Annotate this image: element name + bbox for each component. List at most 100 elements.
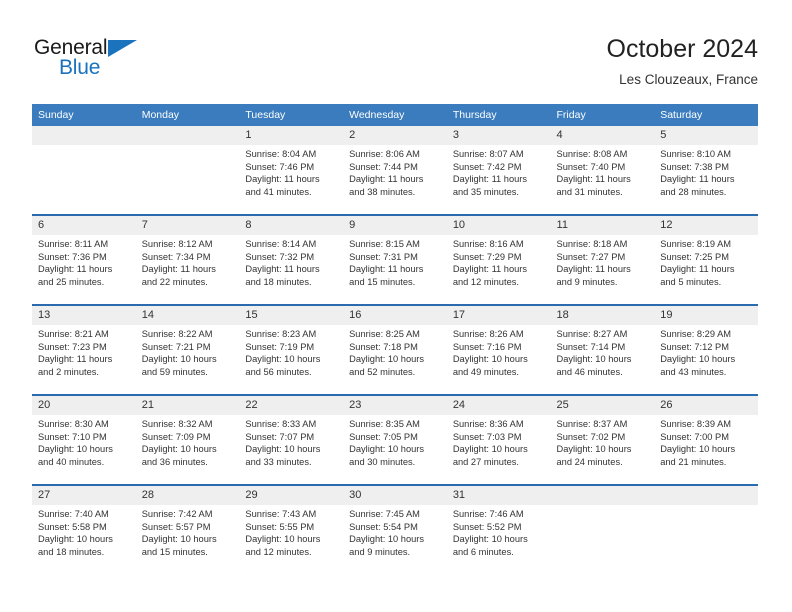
calendar-day-cell[interactable]: 20 Sunrise: 8:30 AM Sunset: 7:10 PM Dayligh… xyxy=(32,394,136,485)
day-sun-info-line: Sunrise: 7:45 AM xyxy=(349,509,420,519)
day-number: 15 xyxy=(239,306,344,325)
calendar-day-cell[interactable]: 13 Sunrise: 8:21 AM Sunset: 7:23 PM Dayligh… xyxy=(32,304,136,395)
calendar-day-cell[interactable]: 11 Sunrise: 8:18 AM Sunset: 7:27 PM Dayligh… xyxy=(550,214,655,305)
day-sun-info-line: Daylight: 10 hours xyxy=(556,354,632,365)
day-sun-info-line: Daylight: 10 hours xyxy=(452,444,528,455)
calendar-day-cell[interactable]: 10 Sunrise: 8:16 AM Sunset: 7:29 PM Dayligh… xyxy=(446,214,551,305)
calendar-day-cell[interactable]: 15 Sunrise: 8:23 AM Sunset: 7:19 PM Dayligh… xyxy=(239,304,344,395)
day-sun-info-line: and 56 minutes. xyxy=(245,366,312,377)
calendar-day-cell[interactable]: 24 Sunrise: 8:36 AM Sunset: 7:03 PM Dayligh… xyxy=(446,394,551,485)
day-number: 20 xyxy=(32,396,136,415)
weekday-header-saturday: Saturday xyxy=(654,104,758,126)
day-sun-info-line: Sunrise: 8:22 AM xyxy=(141,329,213,339)
calendar-day-cell[interactable]: 28 Sunrise: 7:42 AM Sunset: 5:57 PM Dayligh… xyxy=(135,484,240,574)
calendar-day-cell[interactable]: 6 Sunrise: 8:11 AM Sunset: 7:36 PM Daylight… xyxy=(32,214,136,305)
calendar-week-row: 13 Sunrise: 8:21 AM Sunset: 7:23 PM Dayligh… xyxy=(32,304,758,395)
day-number: 4 xyxy=(550,126,655,145)
day-number: 10 xyxy=(446,216,551,235)
day-sun-info-line: Sunset: 7:38 PM xyxy=(660,161,729,172)
day-sun-info-line: Sunrise: 8:08 AM xyxy=(556,149,628,159)
calendar-day-cell[interactable]: 2 Sunrise: 8:06 AM Sunset: 7:44 PM Daylight… xyxy=(343,126,447,215)
day-number: 16 xyxy=(343,306,447,325)
day-sun-info-line: Sunrise: 8:18 AM xyxy=(556,239,628,249)
calendar-day-cell[interactable]: 12 Sunrise: 8:19 AM Sunset: 7:25 PM Dayligh… xyxy=(654,214,758,305)
day-sun-info-line: and 38 minutes. xyxy=(349,186,416,197)
day-cell-inner: 21 Sunrise: 8:32 AM Sunset: 7:09 PM Dayligh… xyxy=(135,396,240,484)
calendar-day-cell[interactable]: 8 Sunrise: 8:14 AM Sunset: 7:32 PM Daylight… xyxy=(239,214,344,305)
day-sun-info-line: Daylight: 11 hours xyxy=(245,264,320,275)
calendar-day-cell[interactable]: 1 Sunrise: 8:04 AM Sunset: 7:46 PM Daylight… xyxy=(239,126,344,215)
day-sun-info: Sunrise: 8:29 AM Sunset: 7:12 PM Daylight:… xyxy=(654,325,758,378)
day-sun-info-line: Sunset: 5:52 PM xyxy=(452,521,522,532)
day-number: 11 xyxy=(550,216,655,235)
day-sun-info-line: Sunset: 7:05 PM xyxy=(349,431,418,442)
calendar-day-cell[interactable]: 3 Sunrise: 8:07 AM Sunset: 7:42 PM Daylight… xyxy=(446,126,551,215)
day-cell-inner: 12 Sunrise: 8:19 AM Sunset: 7:25 PM Dayligh… xyxy=(654,216,758,304)
day-sun-info-line: Daylight: 11 hours xyxy=(452,174,528,185)
brand-logo[interactable]: General Blue xyxy=(34,36,154,84)
calendar-day-cell[interactable]: 16 Sunrise: 8:25 AM Sunset: 7:18 PM Dayligh… xyxy=(343,304,447,395)
day-sun-info-line: Sunset: 7:16 PM xyxy=(452,341,522,352)
day-sun-info-line: Sunset: 5:58 PM xyxy=(38,521,107,532)
day-sun-info-line: Sunset: 7:18 PM xyxy=(349,341,418,352)
day-sun-info: Sunrise: 8:12 AM Sunset: 7:34 PM Daylight:… xyxy=(136,235,240,288)
day-sun-info-line: Daylight: 11 hours xyxy=(38,354,113,365)
day-sun-info-line: and 9 minutes. xyxy=(556,276,618,287)
day-sun-info: Sunrise: 8:27 AM Sunset: 7:14 PM Daylight:… xyxy=(551,325,655,378)
day-sun-info: Sunrise: 8:37 AM Sunset: 7:02 PM Daylight:… xyxy=(551,415,655,468)
day-sun-info-line: and 12 minutes. xyxy=(245,546,312,557)
calendar-day-cell[interactable]: 7 Sunrise: 8:12 AM Sunset: 7:34 PM Daylight… xyxy=(135,214,240,305)
calendar-day-cell[interactable]: 22 Sunrise: 8:33 AM Sunset: 7:07 PM Dayligh… xyxy=(239,394,344,485)
calendar-day-cell[interactable]: 30 Sunrise: 7:45 AM Sunset: 5:54 PM Dayligh… xyxy=(343,484,447,574)
day-sun-info-line: Sunset: 5:54 PM xyxy=(349,521,418,532)
calendar-day-cell[interactable]: 9 Sunrise: 8:15 AM Sunset: 7:31 PM Daylight… xyxy=(343,214,447,305)
day-cell-inner: 26 Sunrise: 8:39 AM Sunset: 7:00 PM Dayligh… xyxy=(654,396,758,484)
day-sun-info-line: Sunrise: 8:21 AM xyxy=(38,329,109,339)
day-cell-inner: 5 Sunrise: 8:10 AM Sunset: 7:38 PM Daylight… xyxy=(654,126,758,214)
title-block: October 2024 Les Clouzeaux, France xyxy=(607,34,759,90)
day-sun-info: Sunrise: 8:10 AM Sunset: 7:38 PM Daylight:… xyxy=(654,145,758,198)
calendar-day-cell[interactable]: 5 Sunrise: 8:10 AM Sunset: 7:38 PM Daylight… xyxy=(654,126,758,215)
day-sun-info-line: Sunrise: 8:12 AM xyxy=(141,239,213,249)
day-sun-info-line: and 15 minutes. xyxy=(141,546,208,557)
calendar-day-cell[interactable]: 27 Sunrise: 7:40 AM Sunset: 5:58 PM Dayligh… xyxy=(32,484,136,574)
day-sun-info-line: Sunrise: 8:06 AM xyxy=(349,149,420,159)
calendar-day-cell[interactable]: 14 Sunrise: 8:22 AM Sunset: 7:21 PM Dayligh… xyxy=(135,304,240,395)
day-number: 19 xyxy=(654,306,758,325)
day-sun-info-line: Daylight: 11 hours xyxy=(660,264,735,275)
calendar-table: Sunday Monday Tuesday Wednesday Thursday… xyxy=(32,104,758,574)
calendar-day-cell[interactable]: 25 Sunrise: 8:37 AM Sunset: 7:02 PM Dayligh… xyxy=(550,394,655,485)
day-sun-info: Sunrise: 8:36 AM Sunset: 7:03 PM Daylight:… xyxy=(447,415,551,468)
day-number xyxy=(32,126,136,145)
day-number: 5 xyxy=(654,126,758,145)
weekday-header-sunday: Sunday xyxy=(32,104,136,126)
day-sun-info-line: Sunset: 7:21 PM xyxy=(141,341,211,352)
day-sun-info-line: Sunset: 7:40 PM xyxy=(556,161,626,172)
day-sun-info: Sunrise: 8:22 AM Sunset: 7:21 PM Daylight:… xyxy=(136,325,240,378)
day-sun-info: Sunrise: 8:07 AM Sunset: 7:42 PM Daylight:… xyxy=(447,145,551,198)
day-sun-info-line: and 2 minutes. xyxy=(38,366,99,377)
calendar-day-cell[interactable]: 29 Sunrise: 7:43 AM Sunset: 5:55 PM Dayligh… xyxy=(239,484,344,574)
day-cell-inner: 6 Sunrise: 8:11 AM Sunset: 7:36 PM Daylight… xyxy=(32,216,136,304)
day-sun-info-line: Sunrise: 8:19 AM xyxy=(660,239,732,249)
day-sun-info xyxy=(654,505,758,508)
calendar-day-cell[interactable]: 4 Sunrise: 8:08 AM Sunset: 7:40 PM Daylight… xyxy=(550,126,655,215)
day-number: 12 xyxy=(654,216,758,235)
calendar-day-cell[interactable]: 19 Sunrise: 8:29 AM Sunset: 7:12 PM Dayligh… xyxy=(654,304,758,395)
calendar-day-cell[interactable]: 18 Sunrise: 8:27 AM Sunset: 7:14 PM Dayligh… xyxy=(550,304,655,395)
day-sun-info-line: Sunset: 7:23 PM xyxy=(38,341,107,352)
day-number xyxy=(550,486,655,505)
weekday-header-thursday: Thursday xyxy=(446,104,551,126)
day-sun-info-line: Sunset: 7:27 PM xyxy=(556,251,626,262)
calendar-day-cell[interactable]: 21 Sunrise: 8:32 AM Sunset: 7:09 PM Dayligh… xyxy=(135,394,240,485)
calendar-day-cell[interactable]: 31 Sunrise: 7:46 AM Sunset: 5:52 PM Dayligh… xyxy=(446,484,551,574)
day-sun-info-line: Sunrise: 7:46 AM xyxy=(452,509,524,519)
day-sun-info: Sunrise: 8:32 AM Sunset: 7:09 PM Daylight:… xyxy=(136,415,240,468)
calendar-day-cell[interactable]: 23 Sunrise: 8:35 AM Sunset: 7:05 PM Dayligh… xyxy=(343,394,447,485)
day-cell-inner: 23 Sunrise: 8:35 AM Sunset: 7:05 PM Dayligh… xyxy=(343,396,447,484)
calendar-day-cell[interactable]: 17 Sunrise: 8:26 AM Sunset: 7:16 PM Dayligh… xyxy=(446,304,551,395)
day-number: 8 xyxy=(239,216,344,235)
day-sun-info-line: Sunset: 7:29 PM xyxy=(452,251,522,262)
calendar-day-cell[interactable]: 26 Sunrise: 8:39 AM Sunset: 7:00 PM Dayligh… xyxy=(654,394,758,485)
day-number: 28 xyxy=(135,486,240,505)
